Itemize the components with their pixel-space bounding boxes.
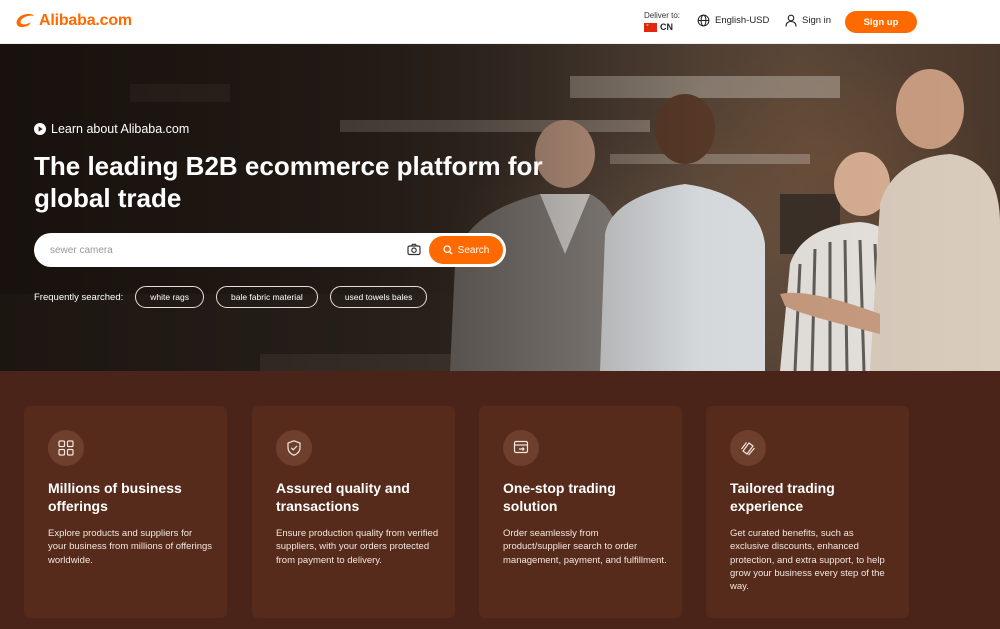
china-flag-icon bbox=[644, 22, 657, 32]
hero-headline: The leading B2B ecommerce platform for g… bbox=[34, 151, 543, 213]
alibaba-logo-icon bbox=[16, 13, 34, 28]
feature-card-quality: Assured quality and transactions Ensure … bbox=[252, 406, 455, 618]
search-input[interactable] bbox=[50, 241, 400, 259]
learn-about-label: Learn about Alibaba.com bbox=[51, 122, 190, 136]
feature-title: Millions of business offerings bbox=[48, 480, 182, 514]
feature-icon-wrap bbox=[276, 430, 312, 466]
user-icon bbox=[785, 14, 797, 27]
globe-icon bbox=[697, 14, 710, 27]
feature-icon-wrap bbox=[48, 430, 84, 466]
frequently-searched-label: Frequently searched: bbox=[34, 291, 124, 303]
feature-description: Get curated benefits, such as exclusive … bbox=[730, 528, 885, 593]
hero-banner: Learn about Alibaba.com The leading B2B … bbox=[0, 44, 1000, 371]
deliver-to-selector[interactable]: Deliver to: CN bbox=[644, 11, 688, 32]
invoice-icon bbox=[513, 440, 529, 454]
logo-text: Alibaba.com bbox=[39, 12, 132, 29]
play-circle-icon bbox=[34, 123, 46, 135]
frequently-searched: Frequently searched: white rags bale fab… bbox=[34, 286, 428, 308]
feature-description: Order seamlessly from product/supplier s… bbox=[503, 528, 667, 566]
feature-card-tailored: Tailored trading experience Get curated … bbox=[706, 406, 909, 618]
camera-icon[interactable] bbox=[407, 243, 421, 256]
sign-up-button[interactable]: Sign up bbox=[845, 11, 917, 33]
learn-about-link[interactable]: Learn about Alibaba.com bbox=[34, 122, 189, 136]
top-header: Alibaba.com Deliver to: CN English-USD S… bbox=[0, 0, 1000, 44]
feature-description: Ensure production quality from verified … bbox=[276, 528, 439, 566]
search-button-label: Search bbox=[457, 244, 490, 256]
feature-description: Explore products and suppliers for your … bbox=[48, 528, 213, 566]
search-bar: Search bbox=[34, 233, 506, 267]
sign-in-label: Sign in bbox=[802, 15, 832, 26]
search-chip-used-towels[interactable]: used towels bales bbox=[329, 286, 428, 308]
search-chip-white-rags[interactable]: white rags bbox=[135, 286, 204, 308]
language-currency-label: English-USD bbox=[715, 15, 770, 26]
deliver-country-code: CN bbox=[660, 22, 673, 32]
features-section: Millions of business offerings Explore p… bbox=[0, 371, 1000, 629]
deliver-to-label: Deliver to: bbox=[644, 11, 681, 20]
search-icon bbox=[443, 245, 453, 255]
deliver-country-row: CN bbox=[644, 22, 688, 32]
feature-title: One-stop trading solution bbox=[503, 480, 616, 514]
feature-card-offerings: Millions of business offerings Explore p… bbox=[24, 406, 227, 618]
cards-icon bbox=[741, 442, 755, 456]
feature-title: Tailored trading experience bbox=[730, 480, 835, 514]
sign-in-link[interactable]: Sign in bbox=[785, 14, 831, 27]
search-chip-bale-fabric[interactable]: bale fabric material bbox=[216, 286, 318, 308]
feature-title: Assured quality and transactions bbox=[276, 480, 410, 514]
shield-check-icon bbox=[287, 440, 301, 456]
alibaba-logo[interactable]: Alibaba.com bbox=[14, 11, 132, 31]
search-button[interactable]: Search bbox=[429, 236, 503, 264]
feature-card-one-stop: One-stop trading solution Order seamless… bbox=[479, 406, 682, 618]
feature-icon-wrap bbox=[503, 430, 539, 466]
language-currency-selector[interactable]: English-USD bbox=[697, 14, 769, 27]
grid-icon bbox=[58, 440, 74, 456]
feature-icon-wrap bbox=[730, 430, 766, 466]
